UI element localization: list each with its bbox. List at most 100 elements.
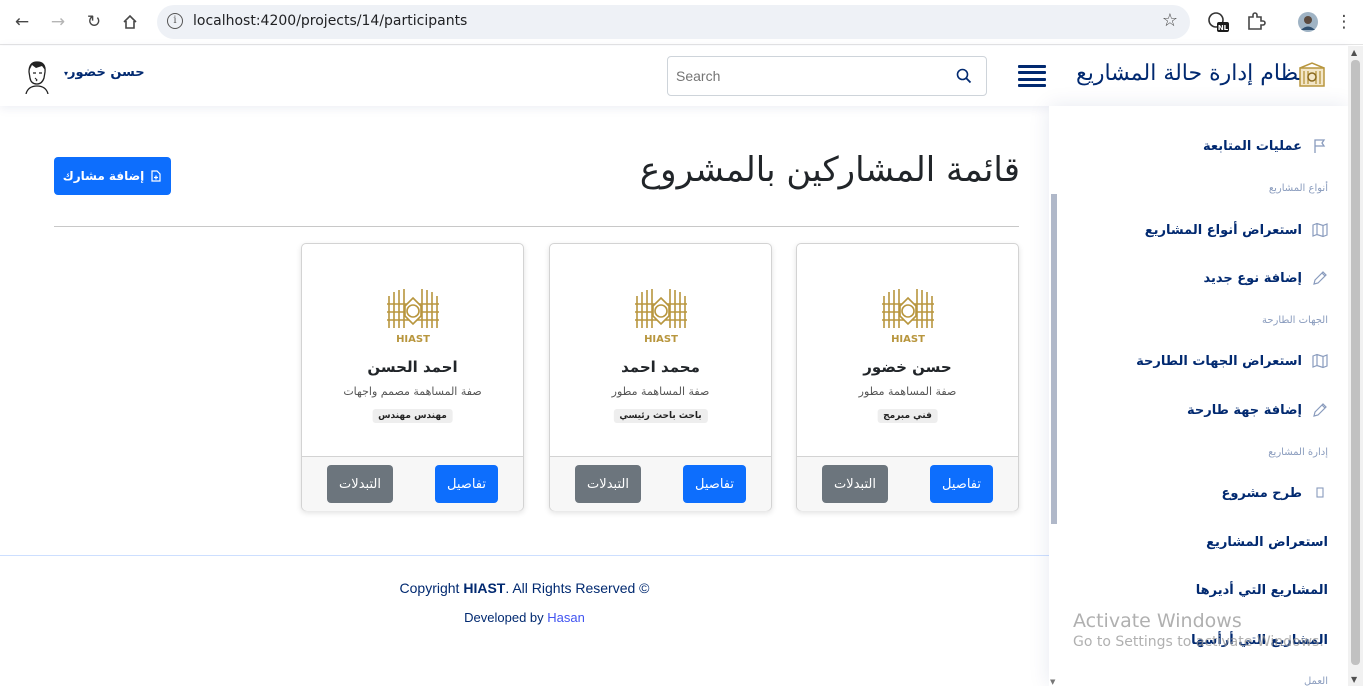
sidebar: ▼ عمليات المتابعة أنواع المشاريع استعراض… [1049, 106, 1348, 686]
user-avatar[interactable] [20, 58, 54, 94]
changes-button[interactable]: التبدلات [575, 465, 641, 503]
sidebar-item-projects-i-manage[interactable]: المشاريع التي أديرها [1196, 578, 1328, 602]
sidebar-toggle-icon[interactable] [1018, 65, 1046, 87]
participant-name: حسن خضور [863, 358, 952, 376]
svg-text:HIAST: HIAST [396, 334, 430, 345]
add-participant-label: إضافة مشارك [62, 169, 145, 183]
sidebar-item-label: استعراض المشاريع [1206, 534, 1328, 550]
sidebar-item-label: المشاريع التي أرأسها [1191, 632, 1328, 648]
map-icon [1312, 222, 1328, 238]
profile-avatar-icon[interactable] [1297, 11, 1319, 33]
changes-button[interactable]: التبدلات [327, 465, 393, 503]
home-icon[interactable] [116, 8, 144, 36]
copyright-suffix: . All Rights Reserved © [505, 580, 650, 596]
participant-role: صفة المساهمة مطور [858, 385, 957, 398]
sidebar-item-follow-ops[interactable]: عمليات المتابعة [1203, 134, 1328, 158]
back-icon[interactable]: ← [8, 8, 36, 36]
user-name: حسن خضور [68, 65, 145, 80]
page-scrollbar[interactable]: ▲ ▼ [1348, 46, 1363, 686]
sidebar-item-label: استعراض الجهات الطارحة [1136, 353, 1302, 369]
app-logo[interactable] [1298, 62, 1326, 90]
sidebar-item-projects-i-lead[interactable]: المشاريع التي أرأسها [1191, 628, 1328, 652]
participant-card: HIAST محمد احمد صفة المساهمة مطور باحث ب… [549, 243, 772, 511]
copyright-prefix: Copyright [399, 580, 464, 596]
browser-toolbar: ← → ↻ i localhost:4200/projects/14/parti… [0, 0, 1363, 45]
app-title[interactable]: نظام إدارة حالة المشاريع [1076, 61, 1305, 86]
page-scrollbar-thumb[interactable] [1351, 60, 1360, 665]
sidebar-item-browse-types[interactable]: استعراض أنواع المشاريع [1145, 218, 1328, 242]
reload-icon[interactable]: ↻ [80, 8, 108, 36]
pencil-icon [1313, 403, 1327, 417]
forward-icon[interactable]: → [44, 8, 72, 36]
sidebar-item-label: طرح مشروع [1221, 485, 1302, 501]
participant-name: احمد الحسن [367, 358, 458, 376]
changes-button[interactable]: التبدلات [822, 465, 888, 503]
title-divider [54, 226, 1019, 227]
participant-card: HIAST حسن خضور صفة المساهمة مطور فني مبر… [796, 243, 1019, 511]
add-participant-button[interactable]: إضافة مشارك [54, 157, 171, 195]
hiast-logo: HIAST [882, 289, 934, 345]
sidebar-item-label: إضافة جهة طارحة [1186, 402, 1302, 418]
sidebar-item-browse-proposers[interactable]: استعراض الجهات الطارحة [1136, 349, 1328, 373]
footer-divider [0, 555, 1049, 556]
scroll-down-icon[interactable]: ▼ [1351, 675, 1357, 684]
svg-text:NL: NL [1218, 24, 1229, 32]
svg-text:HIAST: HIAST [891, 334, 925, 345]
bookmark-star-icon[interactable]: ☆ [1162, 10, 1178, 31]
sidebar-item-label: استعراض أنواع المشاريع [1144, 222, 1302, 238]
participant-role: صفة المساهمة مصمم واجهات [343, 385, 482, 398]
details-button[interactable]: تفاصيل [683, 465, 746, 503]
extensions-puzzle-icon[interactable] [1244, 11, 1266, 33]
hiast-logo: HIAST [635, 289, 687, 345]
search-input[interactable] [668, 57, 948, 95]
participant-name: محمد احمد [621, 358, 700, 376]
copyright-brand: HIAST [463, 580, 506, 596]
sidebar-item-propose-project[interactable]: طرح مشروع [1221, 481, 1328, 505]
participant-badge: فني مبرمج [877, 409, 938, 423]
sidebar-heading-proposers: الجهات الطارحة [1262, 315, 1328, 326]
details-button[interactable]: تفاصيل [435, 465, 498, 503]
file-icon [1316, 487, 1324, 498]
card-footer: تفاصيل التبدلات [302, 456, 523, 511]
sidebar-item-browse-projects[interactable]: استعراض المشاريع [1206, 530, 1328, 554]
search-icon[interactable] [956, 68, 972, 84]
url-text[interactable]: localhost:4200/projects/14/participants [193, 13, 467, 29]
sidebar-item-label: إضافة نوع جديد [1203, 270, 1302, 286]
sidebar-heading-projects: إدارة المشاريع [1268, 447, 1328, 458]
translate-extension-icon[interactable]: NL [1207, 11, 1229, 33]
user-menu-toggle[interactable]: حسن خضور▾ [64, 65, 145, 80]
file-add-icon [151, 170, 161, 182]
sidebar-item-add-type[interactable]: إضافة نوع جديد [1203, 266, 1328, 290]
svg-text:HIAST: HIAST [644, 334, 678, 345]
hiast-logo: HIAST [387, 289, 439, 345]
sidebar-item-label: المشاريع التي أديرها [1195, 582, 1328, 598]
page-title: قائمة المشاركين بالمشروع [639, 150, 1020, 190]
sidebar-scrollbar-thumb[interactable] [1051, 194, 1057, 524]
sidebar-item-label: عمليات المتابعة [1202, 138, 1302, 154]
developer-link[interactable]: Hasan [547, 610, 585, 625]
app-header: حسن خضور▾ نظام إدارة حالة المشاريع [0, 46, 1348, 106]
pencil-icon [1313, 271, 1327, 285]
copyright: Copyright HIAST. All Rights Reserved © [0, 580, 1049, 596]
credits-prefix: Developed by [464, 610, 548, 625]
card-footer: تفاصيل التبدلات [550, 456, 771, 511]
address-bar[interactable]: i localhost:4200/projects/14/participant… [157, 5, 1190, 39]
sidebar-heading-types: أنواع المشاريع [1268, 183, 1328, 194]
sidebar-item-add-proposer[interactable]: إضافة جهة طارحة [1187, 398, 1328, 422]
details-button[interactable]: تفاصيل [930, 465, 993, 503]
participant-badge: باحث باحث رئيسي [613, 409, 708, 423]
scroll-down-icon[interactable]: ▼ [1050, 678, 1055, 686]
flag-icon [1314, 139, 1326, 153]
participant-card: HIAST احمد الحسن صفة المساهمة مصمم واجها… [301, 243, 524, 511]
sidebar-scrollbar[interactable]: ▼ [1049, 106, 1059, 686]
card-footer: تفاصيل التبدلات [797, 456, 1018, 511]
map-icon [1312, 353, 1328, 369]
site-info-icon[interactable]: i [167, 13, 183, 29]
participant-role: صفة المساهمة مطور [611, 385, 710, 398]
scroll-up-icon[interactable]: ▲ [1351, 48, 1357, 57]
participant-badge: مهندس مهندس [372, 409, 453, 423]
chrome-menu-icon[interactable]: ⋮ [1330, 8, 1358, 36]
sidebar-heading-cut: العمل [1303, 676, 1328, 686]
search-form [667, 56, 987, 96]
credits: Developed by Hasan [0, 610, 1049, 625]
